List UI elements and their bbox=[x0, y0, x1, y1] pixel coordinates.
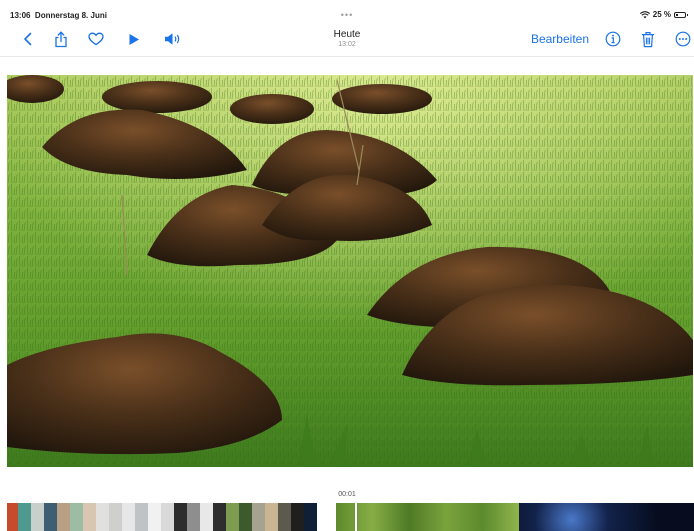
main-photo[interactable] bbox=[7, 75, 693, 467]
scrubber-playhead[interactable] bbox=[355, 502, 357, 531]
thumbnail[interactable] bbox=[252, 503, 265, 531]
filmstrip[interactable] bbox=[7, 503, 323, 531]
multitasking-dots[interactable]: ••• bbox=[0, 10, 694, 20]
thumbnail[interactable] bbox=[213, 503, 226, 531]
page-title: Heute bbox=[333, 29, 361, 40]
thumbnail[interactable] bbox=[278, 503, 291, 531]
wifi-icon bbox=[639, 10, 650, 18]
thumbnail[interactable] bbox=[7, 503, 18, 531]
thumbnail[interactable] bbox=[18, 503, 31, 531]
trash-icon[interactable] bbox=[638, 29, 658, 49]
thumbnail[interactable] bbox=[109, 503, 122, 531]
thumbnail[interactable] bbox=[265, 503, 278, 531]
more-icon[interactable] bbox=[673, 29, 693, 49]
thumbnail[interactable] bbox=[83, 503, 96, 531]
photo-toolbar: Heute 13:02 Bearbeiten bbox=[0, 22, 694, 57]
status-right: 25 % bbox=[639, 10, 688, 19]
thumbnail[interactable] bbox=[44, 503, 57, 531]
thumbnail[interactable] bbox=[96, 503, 109, 531]
thumbnail[interactable] bbox=[304, 503, 317, 531]
next-thumbnail-night[interactable] bbox=[519, 503, 694, 531]
thumbnail[interactable] bbox=[122, 503, 135, 531]
scrubber-timecode: 00:01 bbox=[338, 491, 356, 498]
edit-button[interactable]: Bearbeiten bbox=[531, 32, 589, 46]
current-video-frames[interactable] bbox=[336, 503, 519, 531]
info-icon[interactable] bbox=[603, 29, 623, 49]
thumbnail[interactable] bbox=[187, 503, 200, 531]
thumbnail[interactable] bbox=[239, 503, 252, 531]
molehills-photo-image bbox=[7, 75, 693, 467]
status-bar: 13:06 Donnerstag 8. Juni ••• 25 % bbox=[0, 0, 694, 22]
thumbnail[interactable] bbox=[70, 503, 83, 531]
thumbnail[interactable] bbox=[31, 503, 44, 531]
thumbnail[interactable] bbox=[200, 503, 213, 531]
page-subtitle: 13:02 bbox=[338, 41, 356, 48]
photo-date-title: Heute 13:02 bbox=[0, 29, 694, 48]
thumbnail[interactable] bbox=[148, 503, 161, 531]
thumbnail[interactable] bbox=[135, 503, 148, 531]
battery-icon bbox=[674, 11, 688, 18]
thumbnail[interactable] bbox=[226, 503, 239, 531]
thumbnail[interactable] bbox=[291, 503, 304, 531]
thumbnail[interactable] bbox=[57, 503, 70, 531]
thumbnail[interactable] bbox=[161, 503, 174, 531]
battery-percent: 25 % bbox=[652, 10, 671, 19]
thumbnail[interactable] bbox=[174, 503, 187, 531]
